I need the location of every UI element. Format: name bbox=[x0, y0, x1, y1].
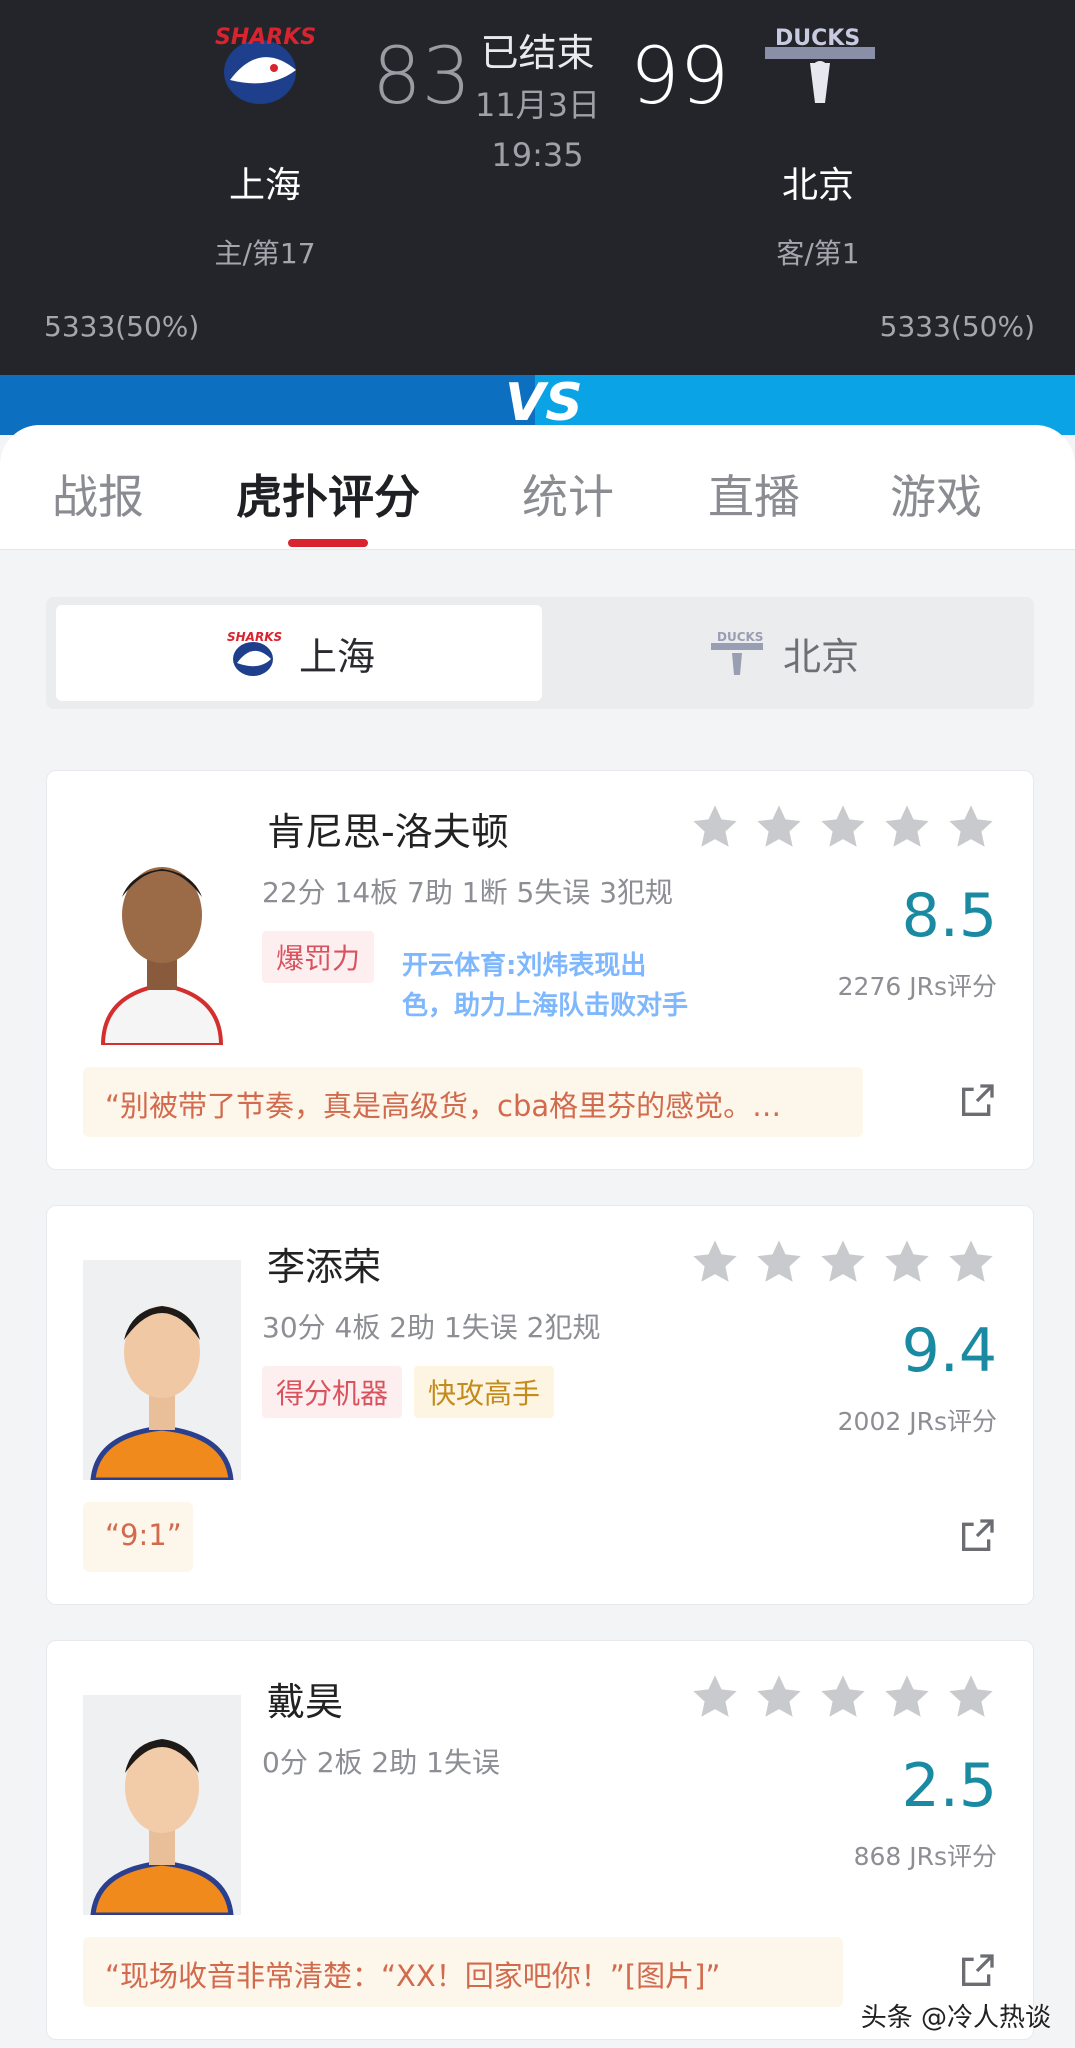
ducks-logo-icon[interactable]: DUCKS bbox=[755, 18, 885, 118]
player-stats: 30分 4板 2助 1失误 2犯规 bbox=[262, 1311, 601, 1344]
source-watermark: 头条 @冷人热谈 bbox=[860, 2003, 1051, 2033]
game-status: 已结束 bbox=[480, 31, 595, 75]
player-stats: 22分 14板 7助 1断 5失误 3犯规 bbox=[262, 876, 674, 909]
away-score: 99 bbox=[630, 32, 730, 122]
share-icon[interactable] bbox=[957, 1951, 997, 1991]
player-avatar bbox=[83, 1695, 241, 1915]
player-avatar bbox=[83, 1260, 241, 1480]
player-tag[interactable]: 爆罚力 bbox=[262, 931, 375, 983]
player-rating: 9.4 bbox=[901, 1316, 997, 1386]
tab-report[interactable]: 战报 bbox=[52, 461, 144, 527]
share-icon[interactable] bbox=[957, 1081, 997, 1121]
game-header: SHARKS 83 已结束 11月3日 19:35 99 DUCKS 上海 北京… bbox=[0, 0, 1075, 375]
share-icon[interactable] bbox=[957, 1516, 997, 1556]
tab-bar: 战报 虎扑评分 统计 直播 游戏 bbox=[0, 425, 1075, 550]
away-support-ratio[interactable]: 5333(50%) bbox=[880, 310, 1035, 343]
rating-stars[interactable] bbox=[689, 801, 997, 853]
star-icon[interactable] bbox=[881, 1236, 933, 1288]
star-icon[interactable] bbox=[817, 1236, 869, 1288]
star-icon[interactable] bbox=[945, 801, 997, 853]
team-switch-home[interactable]: SHARKS 上海 bbox=[56, 605, 542, 701]
top-comment[interactable]: “别被带了节奏，真是高级货，cba格里芬的感觉。… bbox=[83, 1067, 863, 1137]
game-date: 11月3日 bbox=[474, 86, 601, 124]
star-icon[interactable] bbox=[881, 1671, 933, 1723]
player-rating: 2.5 bbox=[901, 1751, 997, 1821]
tab-hupu-rating[interactable]: 虎扑评分 bbox=[236, 461, 420, 527]
star-icon[interactable] bbox=[689, 1236, 741, 1288]
player-tag[interactable]: 快攻高手 bbox=[414, 1366, 555, 1418]
star-icon[interactable] bbox=[689, 1671, 741, 1723]
team-switch-away[interactable]: DUCKS 北京 bbox=[540, 605, 1026, 701]
active-tab-indicator bbox=[288, 539, 368, 547]
rating-count: 868 JRs评分 bbox=[853, 1842, 997, 1871]
home-support-ratio[interactable]: 5333(50%) bbox=[44, 310, 199, 343]
player-card[interactable]: 李添荣 30分 4板 2助 1失误 2犯规 得分机器 快攻高手 9.4 2002… bbox=[46, 1205, 1034, 1605]
sharks-mini-logo-icon: SHARKS bbox=[227, 630, 282, 676]
tab-live[interactable]: 直播 bbox=[708, 461, 800, 527]
away-team-rank: 客/第1 bbox=[776, 237, 860, 270]
top-comment[interactable]: “9:1” bbox=[83, 1502, 193, 1572]
player-name[interactable]: 戴昊 bbox=[267, 1671, 343, 1726]
ducks-mini-logo-icon: DUCKS bbox=[710, 630, 763, 675]
star-icon[interactable] bbox=[753, 1671, 805, 1723]
svg-text:DUCKS: DUCKS bbox=[775, 26, 860, 51]
away-team-name[interactable]: 北京 bbox=[718, 156, 918, 208]
tab-stats[interactable]: 统计 bbox=[522, 461, 614, 527]
star-icon[interactable] bbox=[817, 1671, 869, 1723]
star-icon[interactable] bbox=[689, 801, 741, 853]
rating-stars[interactable] bbox=[689, 1671, 997, 1723]
star-icon[interactable] bbox=[945, 1671, 997, 1723]
player-tags: 爆罚力 bbox=[262, 931, 375, 983]
star-icon[interactable] bbox=[945, 1236, 997, 1288]
home-team-rank: 主/第17 bbox=[214, 237, 316, 270]
svg-text:DUCKS: DUCKS bbox=[717, 630, 763, 644]
team-switch: SHARKS 上海 DUCKS 北京 bbox=[46, 597, 1034, 709]
star-icon[interactable] bbox=[881, 801, 933, 853]
rating-count: 2002 JRs评分 bbox=[837, 1407, 997, 1436]
player-tags: 得分机器 快攻高手 bbox=[262, 1366, 555, 1418]
watermark-overlay: 开云体育:刘炜表现出色，助力上海队击败对手 bbox=[402, 951, 689, 1021]
star-icon[interactable] bbox=[753, 1236, 805, 1288]
tab-games[interactable]: 游戏 bbox=[890, 461, 982, 527]
player-name[interactable]: 肯尼思-洛夫顿 bbox=[267, 801, 509, 856]
top-comment[interactable]: “现场收音非常清楚：“XX！回家吧你！”[图片]” bbox=[83, 1937, 843, 2007]
star-icon[interactable] bbox=[753, 801, 805, 853]
team-switch-home-label: 上海 bbox=[298, 634, 375, 679]
star-icon[interactable] bbox=[817, 801, 869, 853]
player-card[interactable]: 戴昊 0分 2板 2助 1失误 2.5 868 JRs评分 “现场收音非常清楚：… bbox=[46, 1640, 1034, 2040]
player-stats: 0分 2板 2助 1失误 bbox=[262, 1746, 500, 1779]
team-switch-away-label: 北京 bbox=[782, 634, 859, 679]
player-name[interactable]: 李添荣 bbox=[267, 1236, 381, 1291]
svg-text:SHARKS: SHARKS bbox=[227, 630, 282, 644]
player-tag[interactable]: 得分机器 bbox=[262, 1366, 403, 1418]
rating-count: 2276 JRs评分 bbox=[837, 972, 997, 1001]
rating-stars[interactable] bbox=[689, 1236, 997, 1288]
player-avatar bbox=[83, 825, 241, 1045]
home-team-name[interactable]: 上海 bbox=[165, 156, 365, 208]
player-rating: 8.5 bbox=[901, 881, 997, 951]
content-panel: 战报 虎扑评分 统计 直播 游戏 SHARKS 上海 DUCKS 北京 肯尼思-… bbox=[0, 425, 1075, 2048]
